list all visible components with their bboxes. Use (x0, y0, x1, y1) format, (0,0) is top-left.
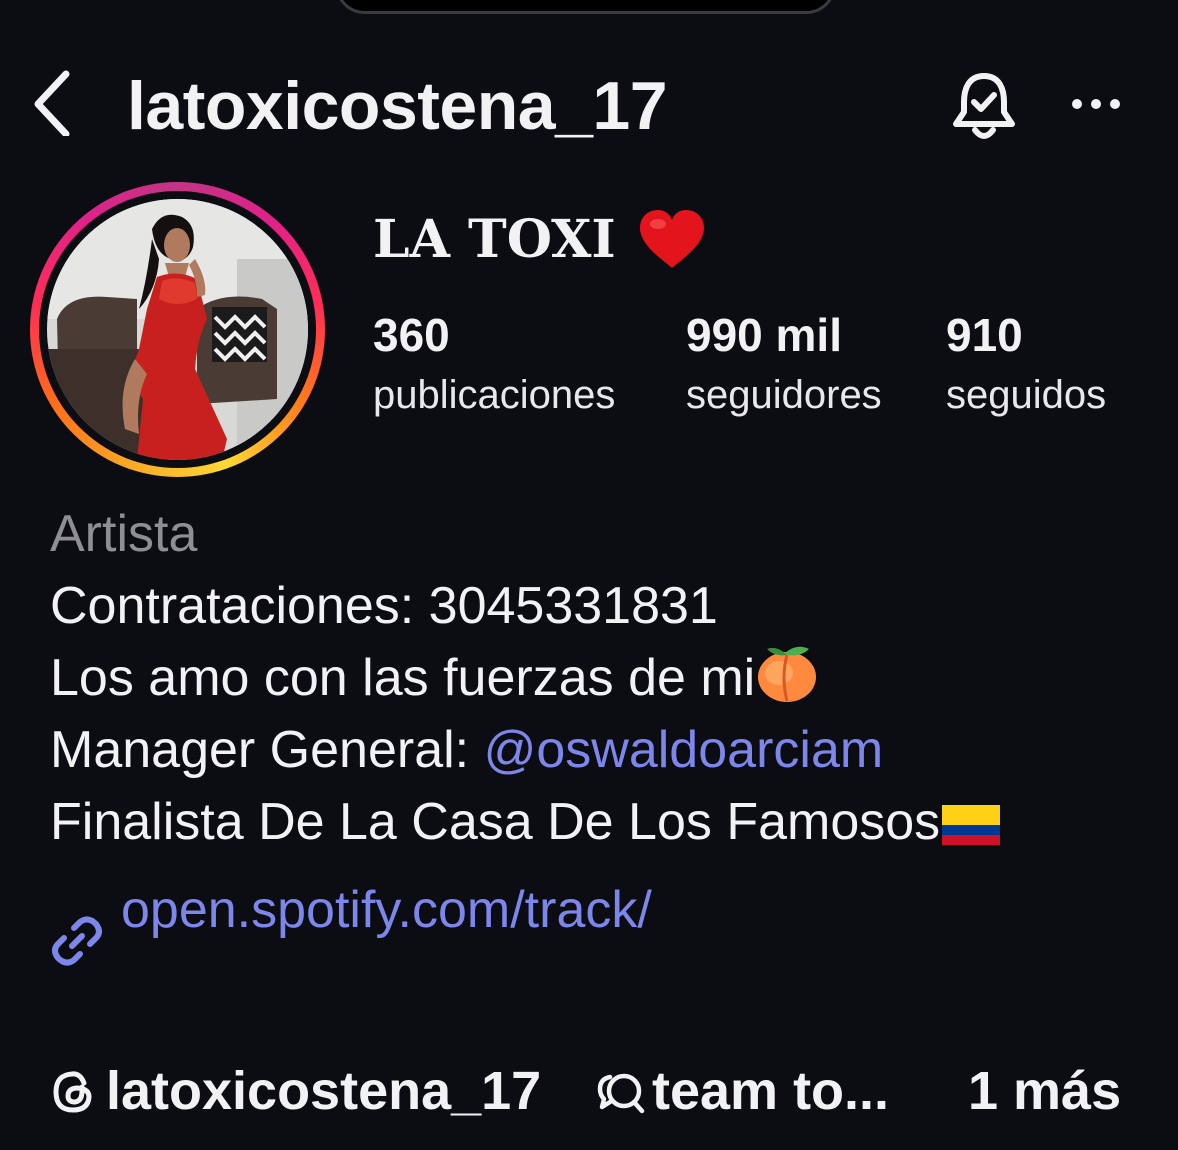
stat-value: 360 (373, 309, 450, 361)
stat-seguidos[interactable]: 910 seguidos (946, 305, 1106, 425)
category-label: Artista (50, 505, 198, 563)
bio-line-contact: Contrataciones: 3045331831 (50, 577, 718, 635)
story-ring[interactable] (30, 182, 325, 477)
back-button[interactable] (28, 66, 78, 138)
more-horizontal-icon (1072, 99, 1120, 109)
stat-label: seguidores (686, 373, 882, 417)
more-options-button[interactable] (1068, 84, 1124, 124)
stat-seguidores[interactable]: 990 mil seguidores (686, 305, 882, 425)
stat-label: seguidos (946, 373, 1107, 417)
threads-link[interactable]: latoxicostena_17 (50, 1056, 541, 1126)
link-url: open.spotify.com/track/ (121, 881, 652, 939)
manager-label: Manager General: (50, 721, 484, 779)
chat-channel-link[interactable]: team to... (596, 1056, 889, 1126)
stat-publicaciones[interactable]: 360 publicaciones (373, 305, 615, 425)
threads-handle: latoxicostena_17 (106, 1061, 542, 1121)
device-notch (335, 0, 836, 14)
avatar-ring-gap (39, 191, 316, 468)
stat-value: 910 (946, 309, 1023, 361)
peach-icon (755, 643, 819, 722)
display-name: LA TOXI (373, 209, 616, 270)
threads-icon (53, 1071, 92, 1113)
bio-line-manager: Manager General: @oswaldoarciam (50, 714, 1002, 786)
chat-label: team to... (652, 1061, 890, 1121)
avatar (47, 199, 308, 460)
manager-mention-link[interactable]: @oswaldoarciam (484, 721, 884, 779)
chat-bubbles-icon (597, 1073, 645, 1114)
bio-line-love: Los amo con las fuerzas de mi (50, 642, 1002, 714)
bell-check-icon (953, 73, 1015, 139)
stat-label: publicaciones (373, 373, 616, 417)
notifications-button[interactable] (948, 66, 1020, 146)
bio-line-finalista: Finalista De La Casa De Los Famosos (50, 786, 1002, 858)
finalista-text: Finalista De La Casa De Los Famosos (50, 793, 941, 851)
profile-header: latoxicostena_17 (0, 60, 1178, 150)
more-links-button[interactable]: 1 más (968, 1056, 1121, 1126)
bio-line-love-text: Los amo con las fuerzas de mi (50, 649, 756, 707)
red-heart-icon (636, 208, 708, 272)
stat-value: 990 mil (686, 309, 842, 361)
username-title: latoxicostena_17 (127, 68, 668, 144)
link-icon (52, 916, 102, 966)
bio: Artista Contrataciones: 3045331831 Los a… (50, 498, 1002, 858)
colombia-flag-icon (940, 794, 1002, 866)
chevron-left-icon (34, 70, 70, 138)
